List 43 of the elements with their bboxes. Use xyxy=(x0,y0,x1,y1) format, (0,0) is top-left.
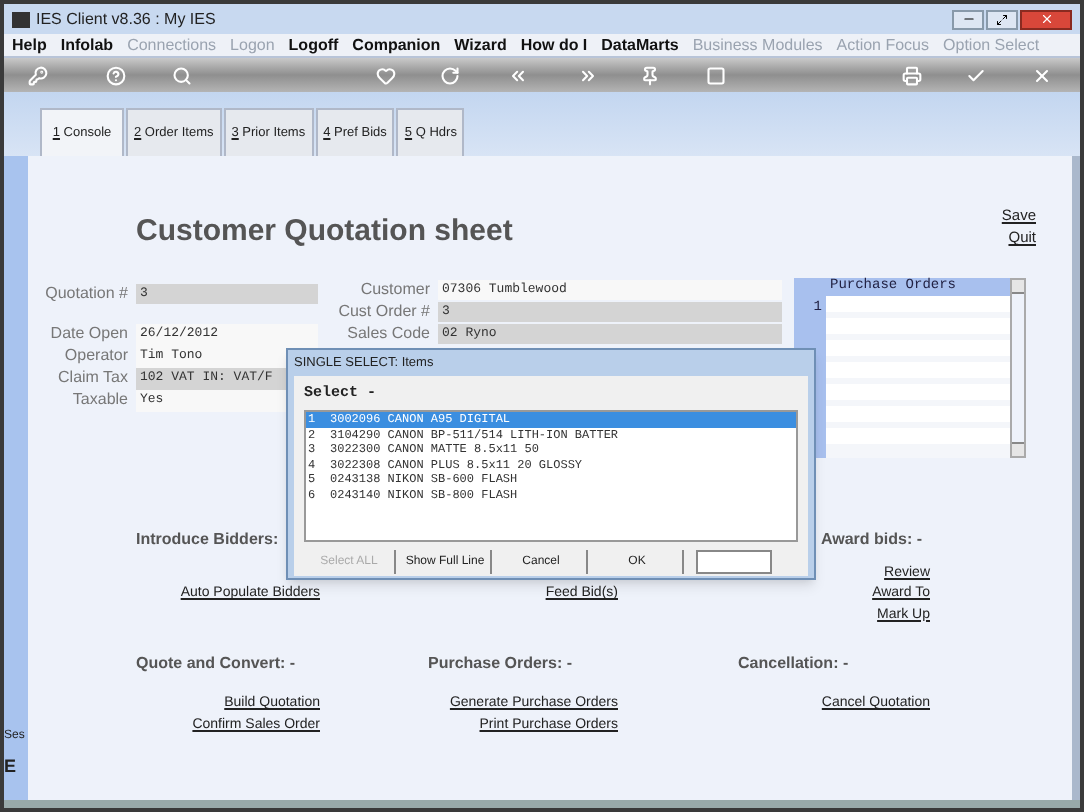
section-heading: Cancellation: - xyxy=(738,654,851,674)
menu-item[interactable]: Wizard xyxy=(454,37,507,53)
menu-item[interactable]: Companion xyxy=(352,37,441,53)
app-icon xyxy=(12,11,30,27)
page-title: Customer Quotation sheet xyxy=(136,212,513,252)
close-icon xyxy=(1039,12,1053,26)
key-icon[interactable] xyxy=(28,65,48,85)
refresh-icon[interactable] xyxy=(440,65,460,85)
section-heading: Introduce Bidders: xyxy=(136,529,281,549)
maximize-button[interactable] xyxy=(986,9,1018,29)
square-icon[interactable] xyxy=(706,65,726,85)
close-icon[interactable] xyxy=(1032,65,1052,85)
field-label: Quotation # xyxy=(43,285,130,302)
pin-icon[interactable] xyxy=(640,65,660,85)
section-heading: Award bids: - xyxy=(820,529,924,549)
field-label: Operator xyxy=(62,348,130,365)
field-label: Claim Tax xyxy=(56,370,130,387)
minimize-button[interactable] xyxy=(952,9,984,29)
double-right-icon[interactable] xyxy=(578,65,598,85)
search-icon[interactable] xyxy=(172,65,192,85)
menu-item[interactable]: Logoff xyxy=(288,37,339,53)
close-button[interactable] xyxy=(1020,9,1072,29)
side-text: E xyxy=(4,758,17,776)
check-icon[interactable] xyxy=(966,65,986,85)
help-icon[interactable] xyxy=(106,65,126,85)
field-label: Taxable xyxy=(70,392,130,409)
printer-icon[interactable] xyxy=(902,65,922,85)
minimize-icon xyxy=(961,12,975,26)
field-label: Date Open xyxy=(48,326,130,343)
menu-item[interactable]: Help xyxy=(12,37,47,53)
scrollbar[interactable] xyxy=(1010,277,1026,457)
menu-item[interactable]: DataMarts xyxy=(601,37,679,53)
field-label: Sales Code xyxy=(345,325,432,342)
input-field[interactable] xyxy=(696,550,772,574)
menu-item[interactable]: Infolab xyxy=(60,37,114,53)
field-label: Customer xyxy=(358,281,432,298)
section-heading: Purchase Orders: - xyxy=(428,654,575,674)
section-heading: Quote and Convert: - xyxy=(136,654,298,674)
field-label: Cust Order # xyxy=(336,303,432,320)
menu-item[interactable]: How do I xyxy=(520,37,588,53)
heart-icon[interactable] xyxy=(376,65,396,85)
double-left-icon[interactable] xyxy=(508,65,528,85)
window-title: IES Client v8.36 : My IES xyxy=(36,7,216,31)
